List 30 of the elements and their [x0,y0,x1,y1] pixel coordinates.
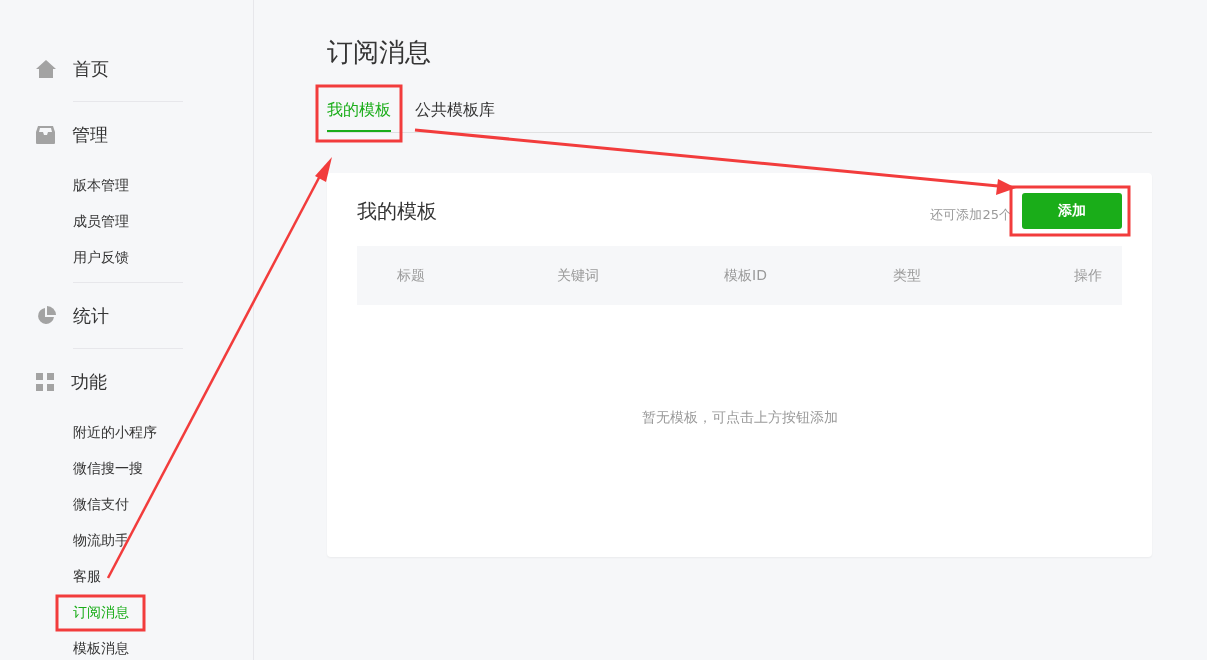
sidebar-item[interactable]: 版本管理 [0,167,253,203]
card-title: 我的模板 [357,197,438,225]
sidebar-item[interactable]: 模板消息 [0,630,253,660]
column-header: 关键词 [557,266,600,285]
tab[interactable]: 公共模板库 [415,90,495,132]
page-title: 订阅消息 [327,36,432,69]
sidebar-group-label[interactable]: 统计 [73,304,109,328]
sidebar-item[interactable]: 成员管理 [0,203,253,239]
sidebar-group-label[interactable]: 首页 [73,57,109,81]
sidebar-group[interactable]: 统计 [0,299,253,333]
sidebar-group-label[interactable]: 功能 [71,370,107,394]
column-header: 标题 [396,266,426,285]
column-header: 模板ID [724,266,768,285]
grid-icon [36,373,54,391]
pie-chart-icon [36,306,56,326]
column-header: 类型 [893,266,922,285]
sidebar-item[interactable]: 微信支付 [0,486,253,522]
sidebar-item[interactable]: 用户反馈 [0,239,253,275]
sidebar-group[interactable]: 首页 [0,52,253,86]
sidebar-group[interactable]: 管理 [0,118,253,152]
sidebar-group-label[interactable]: 管理 [72,123,108,147]
sidebar-group[interactable]: 功能 [0,365,253,399]
sidebar-item[interactable]: 物流助手 [0,522,253,558]
empty-message: 暂无模板，可点击上方按钮添加 [641,408,838,427]
sidebar-item[interactable]: 微信搜一搜 [0,450,253,486]
sidebar-item[interactable]: 附近的小程序 [0,414,253,450]
inbox-icon [36,126,55,144]
home-icon [36,59,56,79]
sidebar-item[interactable]: 客服 [0,558,253,594]
column-header: 操作 [1073,266,1103,285]
